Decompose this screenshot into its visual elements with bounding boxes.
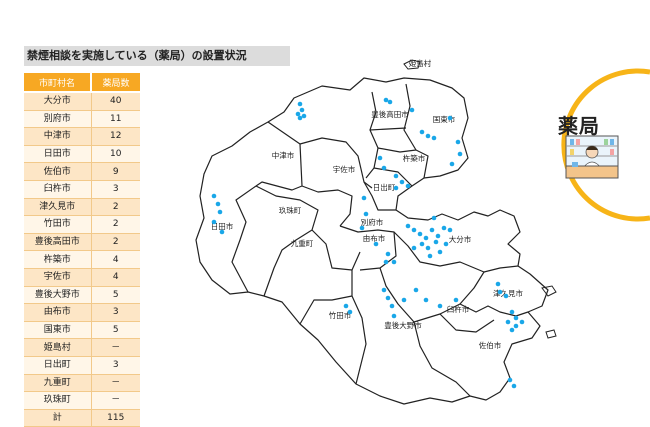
pharmacy-marker xyxy=(413,287,419,293)
pharmacy-marker xyxy=(503,293,509,299)
pharmacy-marker xyxy=(399,179,405,185)
pharmacy-marker xyxy=(387,99,393,105)
label-nakatsu: 中津市 xyxy=(272,150,295,160)
pharmacy-marker xyxy=(361,195,367,201)
pharmacy-marker xyxy=(391,259,397,265)
pharmacist-illustration-icon xyxy=(565,135,619,179)
badge-label: 薬局 xyxy=(558,114,600,138)
label-beppu: 別府市 xyxy=(361,217,384,227)
pharmacy-markers xyxy=(211,97,525,389)
pharmacy-marker xyxy=(507,377,513,383)
pharmacy-marker xyxy=(497,289,503,295)
label-hiji: 日出町 xyxy=(373,182,396,192)
pharmacy-marker xyxy=(381,287,387,293)
pharmacy-marker xyxy=(405,223,411,229)
label-usuki: 臼杵市 xyxy=(447,304,470,314)
pharmacy-marker xyxy=(427,253,433,259)
label-kunisaki: 国東市 xyxy=(433,114,456,124)
pharmacy-marker xyxy=(453,297,459,303)
pharmacy-marker xyxy=(411,245,417,251)
pharmacy-marker xyxy=(441,225,447,231)
pharmacy-marker xyxy=(419,129,425,135)
pharmacy-marker xyxy=(343,303,349,309)
island xyxy=(545,329,557,339)
pharmacy-marker xyxy=(389,303,395,309)
label-bungotakada: 豊後高田市 xyxy=(371,109,409,119)
label-tsukumi: 津久見市 xyxy=(493,288,523,298)
pharmacy-marker xyxy=(405,183,411,189)
pharmacy-marker xyxy=(423,235,429,241)
pharmacy-marker xyxy=(509,309,515,315)
pharmacy-marker xyxy=(297,101,303,107)
pharmacy-badge xyxy=(561,68,650,222)
pharmacy-marker xyxy=(443,241,449,247)
pharmacy-marker xyxy=(219,229,225,235)
pharmacy-marker xyxy=(217,209,223,215)
pharmacy-marker xyxy=(377,155,383,161)
pharmacy-marker xyxy=(385,251,391,257)
pharmacy-marker xyxy=(425,245,431,251)
label-saiki: 佐伯市 xyxy=(479,340,502,350)
pharmacy-marker xyxy=(409,107,415,113)
pharmacy-marker xyxy=(431,135,437,141)
pharmacy-marker xyxy=(455,139,461,145)
pharmacy-marker xyxy=(431,215,437,221)
pharmacy-marker xyxy=(447,227,453,233)
pharmacy-marker xyxy=(373,241,379,247)
pharmacy-marker xyxy=(385,295,391,301)
label-kokonoe: 九重町 xyxy=(291,239,314,248)
label-kitsuki: 杵築市 xyxy=(403,153,426,163)
pharmacy-marker xyxy=(211,219,217,225)
pharmacy-marker xyxy=(437,249,443,255)
pharmacy-marker xyxy=(391,313,397,319)
pharmacy-marker xyxy=(347,309,353,315)
pharmacy-marker xyxy=(297,115,303,121)
pharmacy-marker xyxy=(433,239,439,245)
pharmacy-marker xyxy=(425,133,431,139)
pharmacy-marker xyxy=(383,97,389,103)
pharmacy-marker xyxy=(423,297,429,303)
label-usa: 宇佐市 xyxy=(333,164,356,174)
pharmacy-marker xyxy=(301,113,307,119)
pharmacy-marker xyxy=(363,211,369,217)
pharmacy-marker xyxy=(383,259,389,265)
pharmacy-marker xyxy=(411,227,417,233)
pharmacy-marker xyxy=(295,111,301,117)
label-oita: 大分市 xyxy=(449,234,472,244)
pharmacy-marker xyxy=(513,315,519,321)
label-kusu: 玖珠町 xyxy=(279,205,302,215)
pharmacy-marker xyxy=(393,173,399,179)
pharmacy-marker xyxy=(299,107,305,113)
pharmacy-marker xyxy=(381,165,387,171)
label-bungoono: 豊後大野市 xyxy=(384,320,422,330)
pharmacy-marker xyxy=(359,225,365,231)
pharmacy-marker xyxy=(495,281,501,287)
pharmacy-marker xyxy=(419,241,425,247)
pharmacy-marker xyxy=(511,383,517,389)
pharmacy-marker xyxy=(513,323,519,329)
pharmacy-marker xyxy=(505,319,511,325)
island xyxy=(541,285,557,297)
pharmacy-marker xyxy=(401,297,407,303)
pharmacy-marker xyxy=(393,185,399,191)
pharmacy-marker xyxy=(449,161,455,167)
pharmacy-marker xyxy=(437,303,443,309)
pharmacy-marker xyxy=(509,327,515,333)
pharmacy-marker xyxy=(519,319,525,325)
pharmacy-marker xyxy=(417,231,423,237)
label-yufu: 由布市 xyxy=(363,233,386,243)
pharmacy-marker xyxy=(429,227,435,233)
pharmacy-marker xyxy=(211,193,217,199)
pharmacy-marker xyxy=(435,233,441,239)
label-himeshima: 姫島村 xyxy=(409,58,432,68)
pharmacy-marker xyxy=(457,151,463,157)
pharmacy-marker xyxy=(447,115,453,121)
pharmacy-marker xyxy=(215,201,221,207)
